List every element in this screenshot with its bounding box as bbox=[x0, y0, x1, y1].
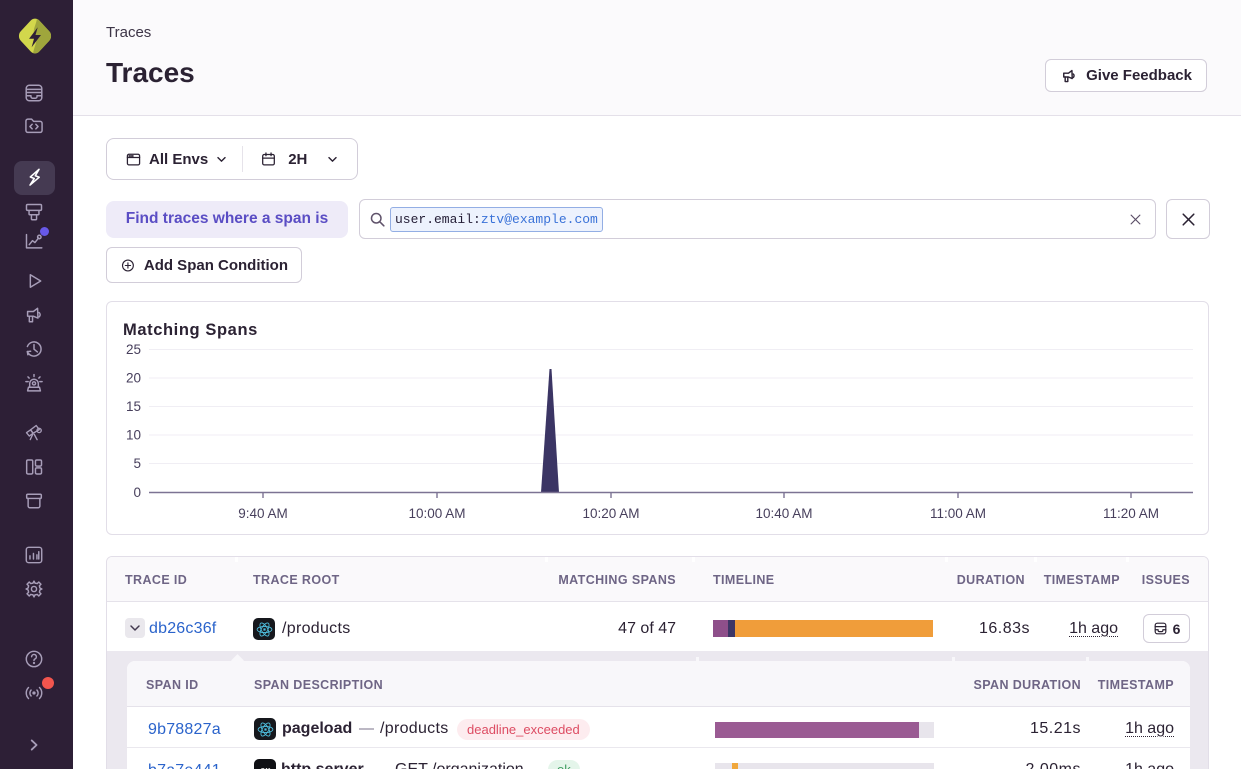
svg-text:10:40 AM: 10:40 AM bbox=[755, 506, 812, 521]
svg-text:11:00 AM: 11:00 AM bbox=[930, 506, 986, 521]
svg-text:11:20 AM: 11:20 AM bbox=[1103, 506, 1159, 521]
svg-text:20: 20 bbox=[126, 371, 141, 386]
svg-text:10:00 AM: 10:00 AM bbox=[408, 506, 465, 521]
svg-text:9:40 AM: 9:40 AM bbox=[238, 506, 288, 521]
svg-text:25: 25 bbox=[126, 342, 141, 357]
svg-text:15: 15 bbox=[126, 399, 141, 414]
svg-text:0: 0 bbox=[133, 485, 141, 500]
svg-text:10:20 AM: 10:20 AM bbox=[582, 506, 639, 521]
svg-text:10: 10 bbox=[126, 428, 141, 443]
svg-text:5: 5 bbox=[133, 456, 141, 471]
